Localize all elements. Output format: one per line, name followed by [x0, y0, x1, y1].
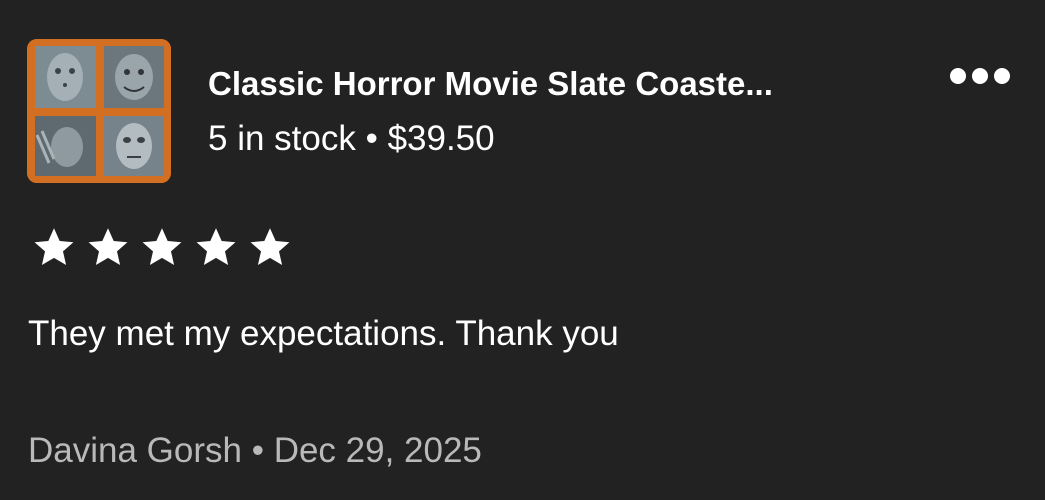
star-icon	[196, 228, 236, 265]
stock-count: 5 in stock	[208, 119, 356, 158]
coaster-tile	[35, 46, 96, 108]
listing-thumbnail[interactable]	[27, 39, 171, 183]
listing-price: $39.50	[387, 119, 495, 158]
meta-separator: •	[355, 119, 388, 158]
review-author[interactable]: Davina Gorsh	[28, 431, 242, 470]
review-card: Classic Horror Movie Slate Coaste... 5 i…	[0, 0, 1045, 500]
star-rating	[30, 225, 294, 269]
listing-stock-price: 5 in stock • $39.50	[208, 117, 495, 161]
coaster-tile	[104, 116, 164, 176]
more-horizontal-icon	[950, 68, 1010, 84]
coaster-tile	[104, 46, 164, 108]
star-icon	[250, 228, 290, 265]
horror-coasters-thumbnail	[27, 39, 171, 183]
byline-separator: •	[241, 431, 274, 470]
review-text: They met my expectations. Thank you	[28, 314, 619, 353]
star-icon	[88, 228, 128, 265]
review-byline: Davina Gorsh • Dec 29, 2025	[28, 428, 482, 474]
star-icon	[142, 228, 182, 265]
review-date: Dec 29, 2025	[273, 431, 482, 470]
more-options-button[interactable]	[944, 60, 1016, 94]
listing-title[interactable]: Classic Horror Movie Slate Coaste...	[208, 62, 908, 106]
coaster-tile	[35, 116, 96, 176]
star-icon	[34, 228, 74, 265]
